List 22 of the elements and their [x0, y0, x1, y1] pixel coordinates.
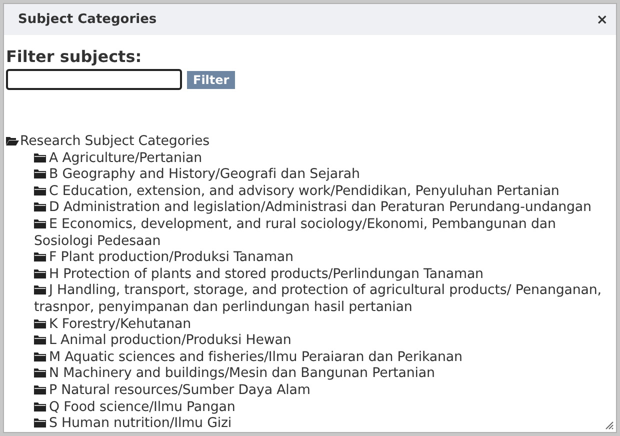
tree-item[interactable]: Research Subject Categories — [6, 134, 608, 151]
filter-field[interactable] — [6, 69, 182, 90]
tree-item[interactable]: J Handling, transport, storage, and protection of agricultural products/ Penanganan, trasnpor, penyimpanan dan perlindungan hasil pertanian — [34, 283, 608, 317]
tree-item[interactable]: K Forestry/Kehutanan — [34, 316, 608, 334]
close-button[interactable]: × — [596, 12, 608, 26]
tree-item[interactable]: D Administration and legislation/Administrasi dan Peraturan Perundang-undangan — [34, 200, 608, 217]
tree-item[interactable]: Q Food science/Ilmu Pangan — [34, 400, 608, 416]
filter-heading: Filter subjects: — [6, 47, 143, 67]
tree-item[interactable]: H Protection of plants and stored products/Perlindungan Tanaman — [34, 266, 608, 284]
filter-button[interactable]: Filter — [187, 70, 236, 88]
window-title: Subject Categories — [18, 10, 157, 29]
tree-item[interactable]: N Machinery and buildings/Mesin dan Bangunan Pertanian — [34, 366, 608, 383]
tree-item[interactable]: A Agriculture/Pertanian — [34, 150, 608, 168]
tree-item[interactable]: M Aquatic sciences and fisheries/Ilmu Peraiaran dan Perikanan — [34, 350, 608, 366]
resize-grip-icon[interactable] — [605, 421, 614, 430]
tree-item[interactable]: B Geography and History/Geografi dan Sejarah — [34, 167, 608, 184]
tree-item[interactable]: F Plant production/Produksi Tanaman — [34, 250, 608, 267]
tree-item[interactable]: S Human nutrition/Ilmu Gizi — [34, 416, 608, 432]
tree-item[interactable]: C Education, extension, and advisory work/Pendidikan, Penyuluhan Pertanian — [34, 184, 608, 200]
tree-item[interactable]: L Animal production/Produksi Hewan — [34, 333, 608, 350]
tree-item[interactable]: E Economics, development, and rural sociology/Ekonomi, Pembangunan dan Sosiologi Pedesaan — [34, 216, 608, 250]
tree-item[interactable]: P Natural resources/Sumber Daya Alam — [34, 382, 608, 400]
